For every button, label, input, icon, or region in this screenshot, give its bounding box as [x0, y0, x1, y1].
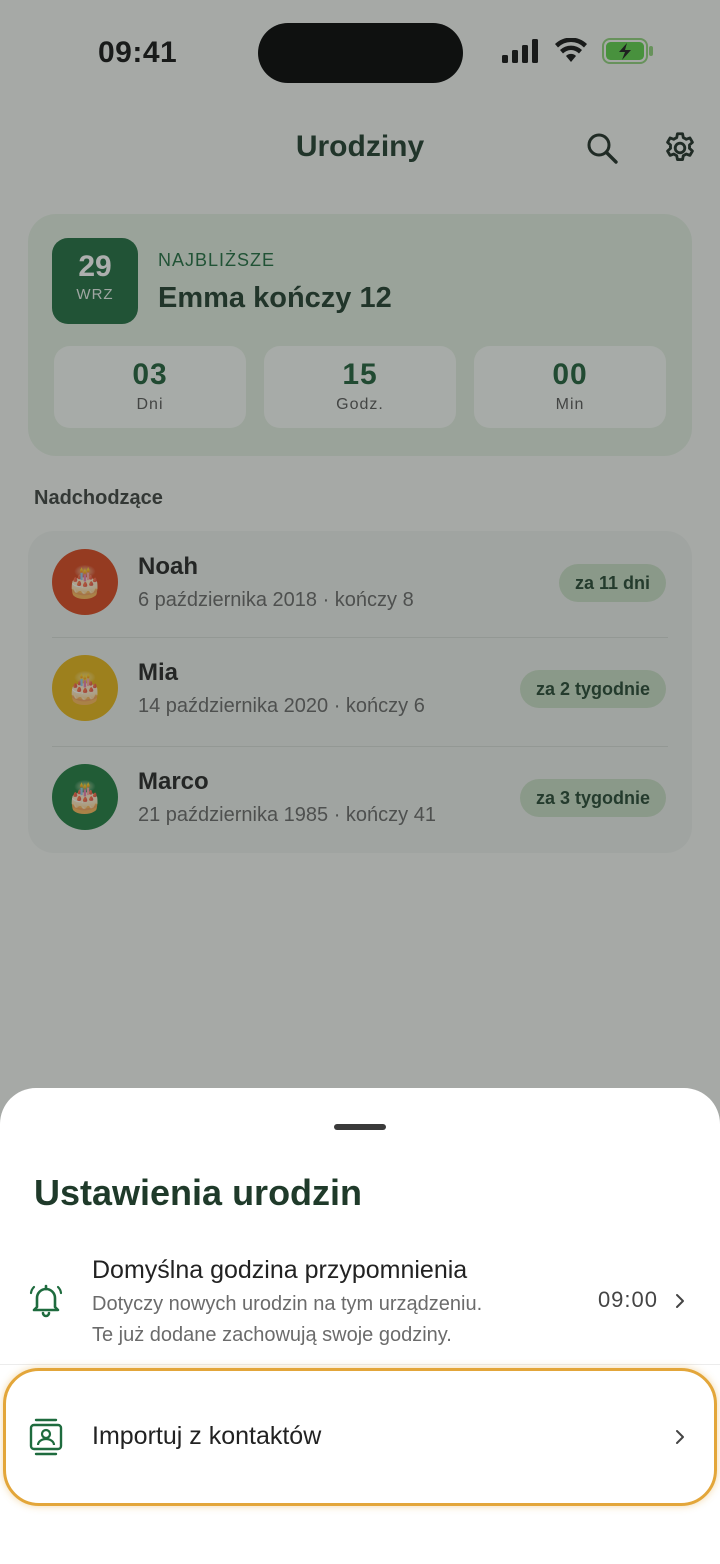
reminder-title: Domyślna godzina przypomnienia — [92, 1256, 468, 1284]
divider — [0, 1364, 720, 1365]
bell-icon — [28, 1282, 64, 1318]
reminder-desc-line2: Te już dodane zachowują swoje godziny. — [92, 1324, 452, 1346]
reminder-time-setting[interactable]: Domyślna godzina przypomnienia Dotyczy n… — [0, 1248, 720, 1364]
settings-sheet: Ustawienia urodzin Domyślna godzina przy… — [0, 1088, 720, 1564]
reminder-time-value: 09:00 — [597, 1287, 658, 1312]
reminder-desc-line1: Dotyczy nowych urodzin na tym urządzeniu… — [92, 1293, 483, 1315]
import-contacts-label: Importuj z kontaktów — [92, 1422, 322, 1450]
sheet-title: Ustawienia urodzin — [34, 1172, 363, 1213]
chevron-right-icon — [672, 1429, 688, 1445]
import-contacts-button[interactable]: Importuj z kontaktów — [0, 1372, 720, 1502]
contacts-icon — [28, 1418, 64, 1456]
chevron-right-icon — [672, 1293, 688, 1309]
sheet-drag-handle[interactable] — [334, 1124, 386, 1130]
